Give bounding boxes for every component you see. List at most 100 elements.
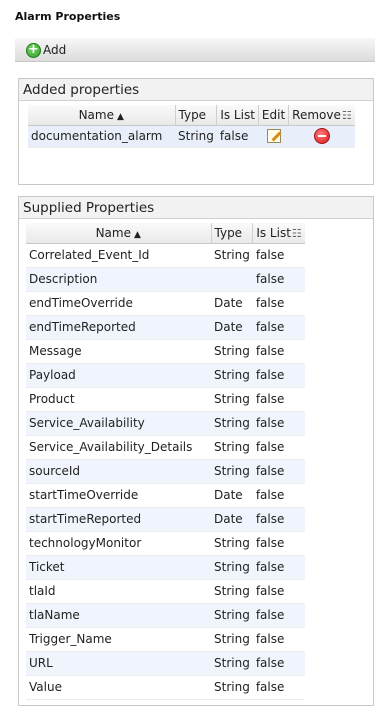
- property-is-list: false: [252, 435, 305, 460]
- property-name: endTimeOverride: [26, 291, 211, 316]
- property-is-list: false: [252, 363, 305, 388]
- property-name: Service_Availability_Details: [26, 435, 211, 460]
- property-is-list: false: [252, 555, 305, 580]
- property-name: Product: [26, 387, 211, 412]
- property-is-list: false: [252, 411, 305, 436]
- property-is-list: false: [252, 651, 305, 676]
- edit-icon[interactable]: [266, 129, 281, 144]
- column-header-remove[interactable]: Remove☷: [288, 105, 355, 126]
- remove-icon[interactable]: [313, 128, 330, 144]
- toolbar: + Add: [15, 38, 375, 62]
- column-header-name[interactable]: Name ▲: [28, 105, 176, 126]
- table-row[interactable]: Service_Availability String false: [26, 411, 305, 436]
- column-menu-icon[interactable]: ☷: [342, 109, 352, 122]
- property-is-list: false: [252, 531, 305, 556]
- column-header-type[interactable]: Type: [211, 223, 254, 244]
- column-header-name-label: Name: [95, 225, 131, 240]
- property-type: Date: [211, 315, 253, 340]
- property-name: technologyMonitor: [26, 531, 211, 556]
- added-properties-header: Added properties: [19, 79, 373, 101]
- property-name: Service_Availability: [26, 411, 211, 436]
- property-name: sourceId: [26, 459, 211, 484]
- property-is-list: false: [252, 267, 305, 292]
- remove-cell: [288, 125, 355, 148]
- property-type: String: [211, 363, 253, 388]
- property-is-list: false: [252, 579, 305, 604]
- column-header-type[interactable]: Type: [175, 105, 218, 126]
- table-row[interactable]: startTimeOverride Date false: [26, 483, 305, 508]
- table-row[interactable]: tlaId String false: [26, 579, 305, 604]
- column-header-edit[interactable]: Edit: [258, 105, 290, 126]
- column-menu-icon[interactable]: ☷: [292, 227, 302, 240]
- property-type: String: [211, 243, 253, 268]
- column-header-is-list[interactable]: Is List: [216, 105, 259, 126]
- property-type: String: [211, 675, 253, 700]
- property-is-list: false: [252, 627, 305, 652]
- property-is-list: false: [252, 243, 305, 268]
- edit-cell: [258, 125, 289, 148]
- table-row[interactable]: endTimeReported Date false: [26, 315, 305, 340]
- property-name: URL: [26, 651, 211, 676]
- supplied-properties-header: Supplied Properties: [19, 197, 373, 219]
- property-type: String: [211, 339, 253, 364]
- table-row[interactable]: Trigger_Name String false: [26, 627, 305, 652]
- property-type: [211, 267, 253, 292]
- property-is-list: false: [252, 315, 305, 340]
- table-row[interactable]: Correlated_Event_Id String false: [26, 243, 305, 268]
- table-row[interactable]: Value String false: [26, 675, 305, 700]
- property-type: String: [211, 627, 253, 652]
- column-header-remove-label: Remove: [292, 107, 341, 122]
- property-type: Date: [211, 507, 253, 532]
- add-button-label: Add: [43, 43, 67, 57]
- property-type: String: [211, 603, 253, 628]
- property-is-list: false: [252, 459, 305, 484]
- table-row[interactable]: tlaName String false: [26, 603, 305, 628]
- property-type: String: [211, 411, 253, 436]
- property-name: documentation_alarm: [28, 125, 175, 148]
- property-name: Message: [26, 339, 211, 364]
- property-type: String: [211, 387, 253, 412]
- column-header-is-list[interactable]: Is List☷: [252, 223, 305, 244]
- property-type: String: [211, 651, 253, 676]
- property-is-list: false: [252, 507, 305, 532]
- property-is-list: false: [252, 387, 305, 412]
- property-type: Date: [211, 483, 253, 508]
- table-row[interactable]: documentation_alarm String false: [28, 125, 355, 148]
- property-type: String: [211, 555, 253, 580]
- column-header-name[interactable]: Name ▲: [26, 223, 212, 244]
- table-row[interactable]: Product String false: [26, 387, 305, 412]
- property-name: startTimeReported: [26, 507, 211, 532]
- page-title: Alarm Properties: [15, 10, 121, 23]
- property-type: String: [211, 459, 253, 484]
- table-row[interactable]: Message String false: [26, 339, 305, 364]
- table-row[interactable]: Ticket String false: [26, 555, 305, 580]
- property-is-list: false: [252, 483, 305, 508]
- table-row[interactable]: Service_Availability_Details String false: [26, 435, 305, 460]
- property-name: Ticket: [26, 555, 211, 580]
- property-name: Description: [26, 267, 211, 292]
- property-type: String: [211, 435, 253, 460]
- table-row[interactable]: sourceId String false: [26, 459, 305, 484]
- property-is-list: false: [252, 603, 305, 628]
- property-type: String: [211, 531, 253, 556]
- table-row[interactable]: startTimeReported Date false: [26, 507, 305, 532]
- table-row[interactable]: Description false: [26, 267, 305, 292]
- property-name: Trigger_Name: [26, 627, 211, 652]
- supplied-properties-panel: Supplied Properties Name ▲ Type Is List☷ …: [18, 196, 374, 706]
- table-row[interactable]: technologyMonitor String false: [26, 531, 305, 556]
- property-type: String: [211, 579, 253, 604]
- table-row[interactable]: Payload String false: [26, 363, 305, 388]
- property-name: Payload: [26, 363, 211, 388]
- table-row[interactable]: endTimeOverride Date false: [26, 291, 305, 316]
- add-button[interactable]: + Add: [26, 42, 66, 58]
- property-is-list: false: [252, 675, 305, 700]
- table-row[interactable]: URL String false: [26, 651, 305, 676]
- column-header-is-list-label: Is List: [256, 225, 291, 240]
- property-type: String: [175, 125, 217, 148]
- property-type: Date: [211, 291, 253, 316]
- property-name: Value: [26, 675, 211, 700]
- add-icon: +: [26, 42, 41, 58]
- property-is-list: false: [252, 339, 305, 364]
- column-header-name-label: Name: [78, 107, 114, 122]
- added-properties-panel: Added properties Name ▲ Type Is List Edit…: [18, 78, 374, 185]
